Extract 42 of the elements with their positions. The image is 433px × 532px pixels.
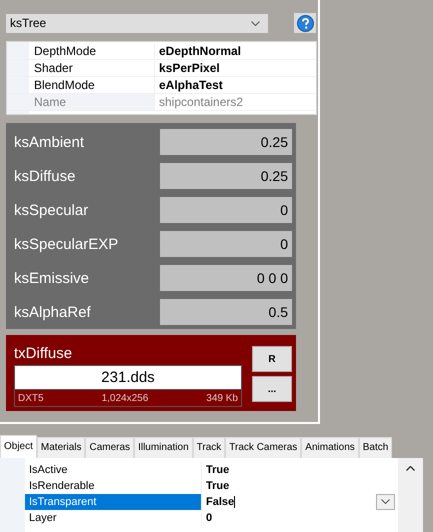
texture-filesize: 349 Kb: [206, 392, 238, 404]
help-icon: [296, 14, 314, 32]
parameter-label: ksDiffuse: [13, 168, 76, 184]
parameter-input[interactable]: 0 0 0: [160, 265, 292, 291]
property-value: 0: [206, 512, 212, 524]
reset-button[interactable]: R: [252, 346, 292, 372]
shader-dropdown[interactable]: ksTree: [6, 14, 268, 32]
tab[interactable]: Illumination: [134, 436, 193, 458]
property-value: True: [206, 464, 230, 476]
scroll-up-icon[interactable]: [406, 466, 415, 471]
parameter-label: ksAmbient: [13, 134, 84, 150]
property-value-input[interactable]: False: [206, 496, 236, 508]
parameter-input[interactable]: 0.25: [160, 163, 292, 189]
texture-format: DXT5: [18, 392, 44, 404]
parameter-label: ksEmissive: [13, 270, 90, 286]
property-name[interactable]: IsTransparent: [25, 494, 202, 510]
property-name: Name: [29, 94, 155, 110]
texture-file-field[interactable]: 231.dds: [14, 365, 242, 389]
tab[interactable]: Animations: [301, 436, 359, 458]
chevron-down-icon: [251, 20, 260, 26]
parameter-input[interactable]: 0.5: [160, 299, 292, 325]
parameter-label: ksSpecular: [13, 202, 88, 218]
dropdown-button[interactable]: [376, 494, 395, 510]
property-name[interactable]: Layer: [25, 510, 202, 526]
parameter-input[interactable]: 0: [160, 197, 292, 223]
scrollbar[interactable]: [398, 458, 423, 532]
browse-button[interactable]: ...: [252, 376, 292, 402]
texture-dimensions: 1,024x256: [102, 392, 148, 404]
tab[interactable]: Cameras: [85, 436, 134, 458]
tab[interactable]: Materials: [36, 436, 86, 458]
chevron-down-icon: [381, 499, 390, 504]
parameter-input[interactable]: 0: [160, 231, 292, 257]
tab[interactable]: Object: [0, 434, 37, 458]
parameter-label: ksAlphaRef: [13, 304, 91, 320]
property-value: True: [206, 480, 230, 492]
texture-label: txDiffuse: [14, 345, 74, 362]
parameter-label: ksSpecularEXP: [13, 236, 118, 252]
help-button[interactable]: [294, 13, 316, 33]
tab[interactable]: Track: [192, 436, 226, 458]
tab[interactable]: Track Cameras: [225, 436, 302, 458]
parameter-input[interactable]: 0.25: [160, 129, 292, 155]
tab[interactable]: Batch: [358, 436, 392, 458]
